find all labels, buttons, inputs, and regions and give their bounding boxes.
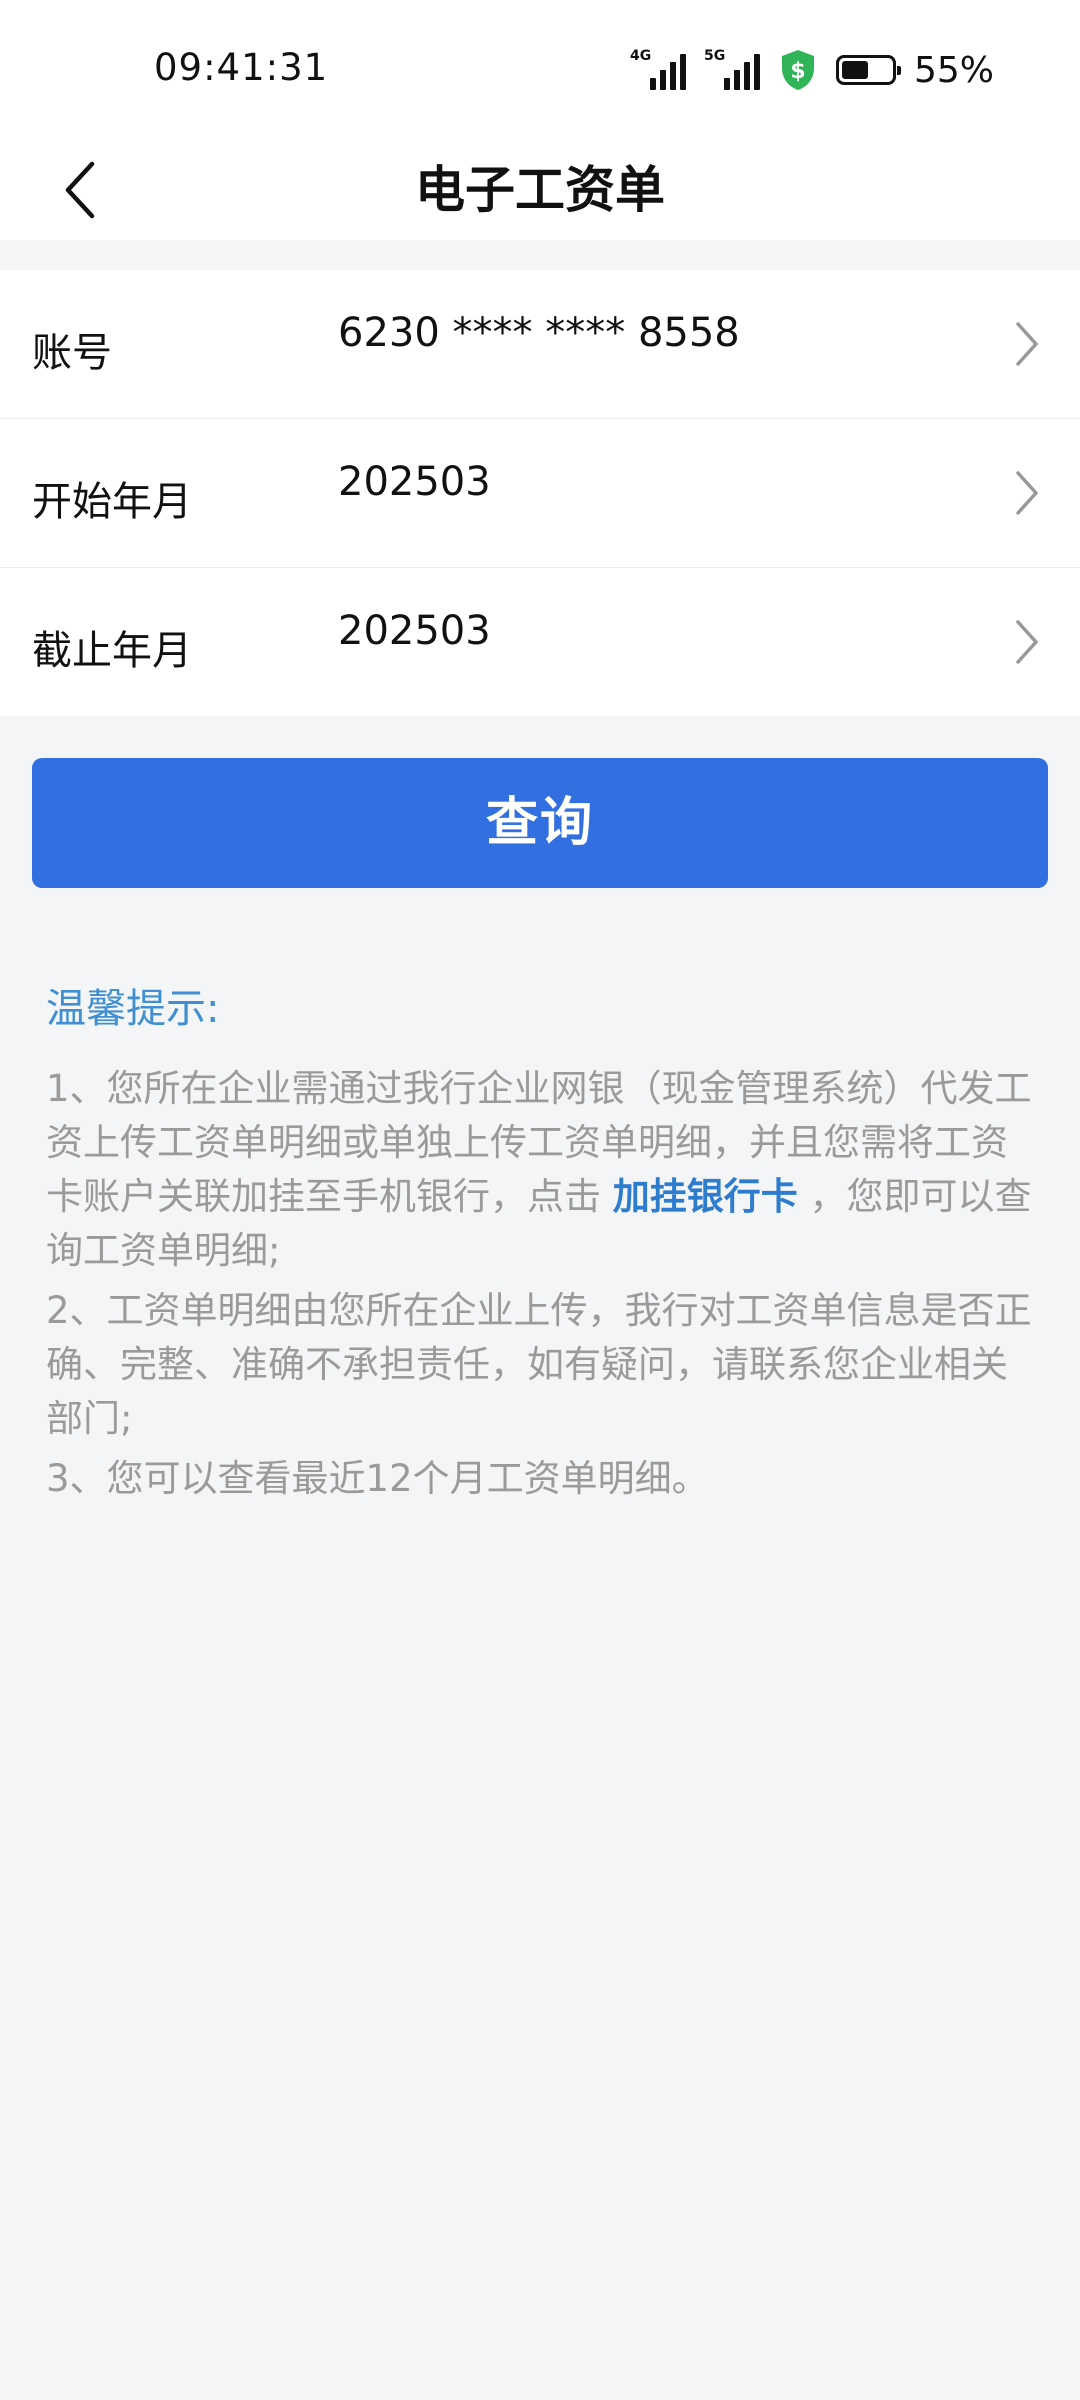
start-month-value: 202503 — [338, 459, 491, 505]
chevron-right-icon — [1016, 471, 1038, 515]
chevron-right-icon — [1016, 322, 1038, 366]
account-row[interactable]: 账号 6230 **** **** 8558 — [0, 270, 1080, 419]
account-label: 账号 — [32, 330, 112, 376]
tips-title: 温馨提示: — [46, 986, 220, 1032]
tip-item-1: 1、您所在企业需通过我行企业网银（现金管理系统）代发工资上传工资单明细或单独上传… — [46, 1062, 1038, 1278]
security-shield-icon: $ — [781, 50, 814, 90]
query-form: 账号 6230 **** **** 8558 开始年月 202503 截止年月 … — [0, 270, 1080, 716]
page-title: 电子工资单 — [415, 161, 665, 219]
query-button[interactable]: 查询 — [32, 758, 1048, 888]
start-month-row[interactable]: 开始年月 202503 — [0, 419, 1080, 568]
network-type-label: 5G — [703, 48, 726, 64]
chevron-right-icon — [1016, 620, 1038, 664]
end-month-row[interactable]: 截止年月 202503 — [0, 568, 1080, 716]
tips-section: 温馨提示: 1、您所在企业需通过我行企业网银（现金管理系统）代发工资上传工资单明… — [46, 976, 1038, 1512]
tip-item-3: 3、您可以查看最近12个月工资单明细。 — [46, 1457, 709, 1500]
signal-5g-icon: 5G — [703, 48, 760, 90]
account-value: 6230 **** **** 8558 — [338, 310, 740, 356]
status-bar: 09:41:31 4G 5G $ 55% — [0, 0, 1080, 140]
battery-percentage: 55% — [913, 49, 994, 91]
start-month-label: 开始年月 — [32, 479, 192, 525]
signal-4g-icon: 4G — [629, 48, 686, 90]
network-type-label: 4G — [629, 48, 652, 64]
status-time: 09:41:31 — [154, 46, 329, 89]
signal-bars — [649, 54, 686, 90]
nav-bar: 电子工资单 — [0, 140, 1080, 240]
payslip-page: 09:41:31 4G 5G $ 55% 电子工资单 账号 6230 **** … — [0, 0, 1080, 2400]
battery-fill — [841, 61, 869, 79]
svg-text:$: $ — [790, 59, 805, 84]
status-indicators: 4G 5G $ 55% — [630, 48, 994, 92]
end-month-value: 202503 — [338, 608, 491, 654]
battery-icon — [835, 55, 901, 85]
add-bank-card-link[interactable]: 加挂银行卡 — [613, 1175, 798, 1218]
signal-bars — [723, 54, 760, 90]
tip-item-2: 2、工资单明细由您所在企业上传，我行对工资单信息是否正确、完整、准确不承担责任，… — [46, 1289, 1032, 1440]
end-month-label: 截止年月 — [32, 628, 192, 674]
